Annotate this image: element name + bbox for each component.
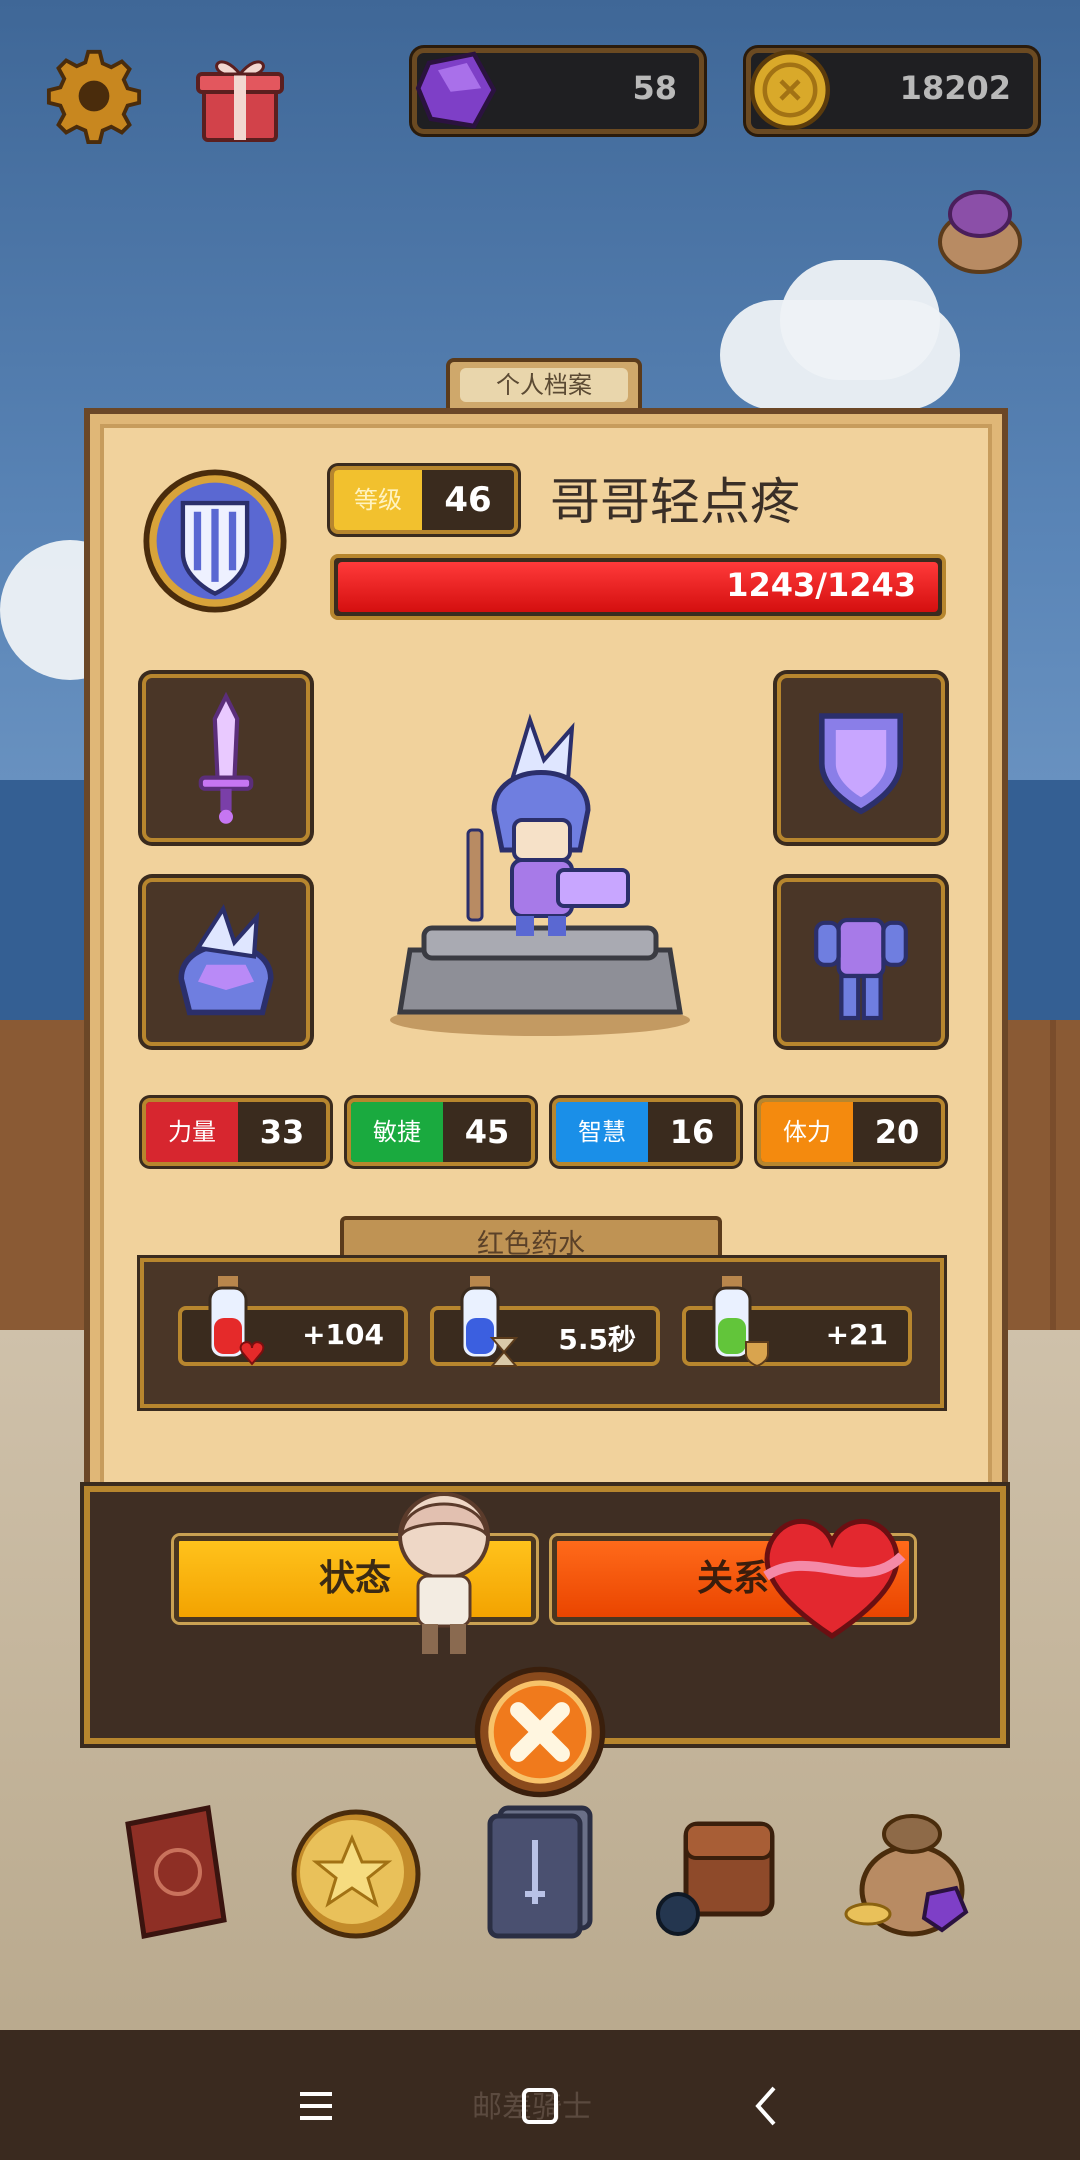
stat-label: 体力	[761, 1102, 853, 1162]
treasure-bag-icon[interactable]	[838, 1794, 978, 1944]
profile-tab: 个人档案	[446, 358, 642, 414]
stat-strength: 力量 33	[142, 1098, 330, 1166]
stat-value: 45	[464, 1113, 510, 1151]
close-button[interactable]	[472, 1664, 608, 1800]
shield-icon	[819, 713, 903, 815]
hp-text: 1243/1243	[726, 566, 916, 604]
sword-icon	[198, 691, 254, 824]
gift-box-icon[interactable]	[190, 46, 290, 146]
equipment-slot-shield[interactable]	[777, 674, 945, 842]
knight-class-emblem-icon	[143, 469, 287, 613]
blue-potion-hourglass-icon	[460, 1276, 519, 1367]
level-value: 46	[444, 480, 492, 520]
profile-tab-label: 个人档案	[460, 368, 628, 402]
gold-coin-icon	[749, 49, 831, 131]
back-chevron-icon[interactable]	[738, 2076, 798, 2136]
coin-count: 18202	[899, 69, 1011, 107]
menu-icon[interactable]	[286, 2076, 346, 2136]
potion-heal-value: +104	[302, 1318, 384, 1351]
armor-icon	[814, 917, 908, 1021]
cloud	[780, 260, 940, 380]
potion-cooldown-value: 5.5秒	[558, 1323, 636, 1356]
home-square-icon[interactable]	[510, 2076, 570, 2136]
equipment-slot-helmet[interactable]	[142, 878, 310, 1046]
heart-icon	[763, 1519, 906, 1640]
backpack-icon[interactable]	[650, 1794, 790, 1944]
stat-agility: 敏捷 45	[347, 1098, 535, 1166]
potion-defense: +21	[682, 1276, 912, 1368]
coin-counter: 18202	[746, 48, 1038, 134]
girl-character	[398, 1492, 490, 1654]
hp-bar: 1243/1243	[330, 554, 946, 620]
potion-heal: +104	[178, 1276, 408, 1366]
stat-value: 16	[669, 1113, 715, 1151]
level-label: 等级	[334, 470, 422, 530]
settings-gear-icon[interactable]	[46, 48, 142, 144]
stat-value: 20	[874, 1113, 920, 1151]
stat-value: 33	[259, 1113, 305, 1151]
level-badge: 等级 46	[330, 466, 518, 534]
player-name: 哥哥轻点疼	[550, 473, 800, 531]
gem-counter: 58	[412, 48, 704, 134]
red-potion-heart-icon	[208, 1276, 265, 1366]
stat-label: 智慧	[556, 1102, 648, 1162]
green-potion-shield-icon	[712, 1276, 769, 1368]
helmet-icon	[178, 903, 274, 1016]
stat-wisdom: 智慧 16	[552, 1098, 740, 1166]
gem-pouch-icon[interactable]	[930, 180, 1030, 280]
stat-stamina: 体力 20	[757, 1098, 945, 1166]
equipment-slot-armor[interactable]	[777, 878, 945, 1046]
card-deck-icon[interactable]	[470, 1794, 610, 1944]
gem-count: 58	[632, 69, 677, 107]
book-icon[interactable]	[108, 1794, 248, 1944]
purple-gem-icon	[415, 51, 497, 129]
potion-defense-value: +21	[825, 1318, 888, 1351]
star-coin-icon[interactable]	[284, 1794, 424, 1944]
equipment-slot-weapon[interactable]	[142, 674, 310, 842]
stat-label: 敏捷	[351, 1102, 443, 1162]
stat-label: 力量	[146, 1102, 238, 1162]
knight-character	[390, 713, 690, 1036]
potion-cooldown: 5.5秒	[430, 1276, 660, 1367]
